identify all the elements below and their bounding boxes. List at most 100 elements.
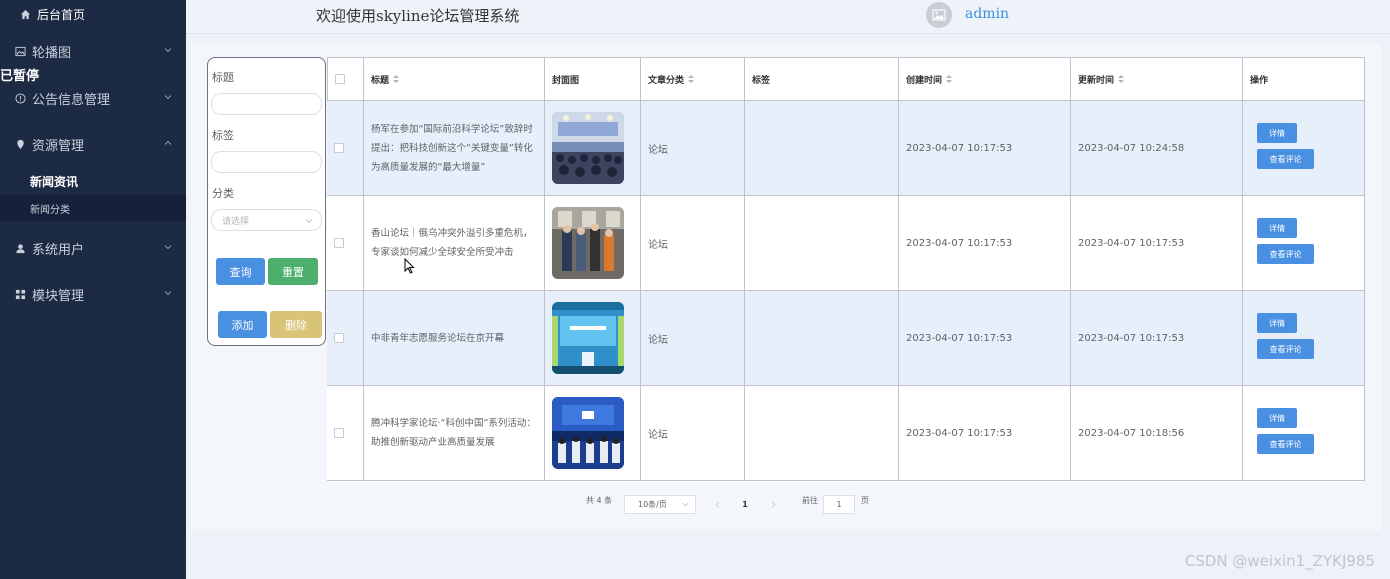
user-icon [14,242,26,254]
sidebar-item-news[interactable]: 新闻资讯 [0,168,186,194]
delete-button[interactable]: 删除 [270,311,322,338]
paused-overlay-text: 已暂停 [0,69,40,84]
column-header-tags: 标签 [745,57,899,101]
title-cell: 香山论坛｜俄乌冲突外溢引多重危机，专家谈如何减少全球安全所受冲击 [364,196,545,291]
cover-image [552,207,624,279]
sidebar-item-modules[interactable]: 模块管理 [0,281,186,307]
sidebar-item-announcements[interactable]: 公告信息管理 [0,85,186,111]
page-size-select[interactable]: 10条/页 [624,495,696,514]
column-header-category[interactable]: 文章分类 [641,57,745,101]
actions-cell: 详情 查看评论 [1243,291,1365,386]
detail-button[interactable]: 详情 [1257,123,1297,143]
column-header-created[interactable]: 创建时间 [899,57,1071,101]
category-select[interactable]: 请选择 [211,209,322,231]
view-comments-button[interactable]: 查看评论 [1257,434,1314,454]
sidebar-item-label: 新闻资讯 [30,174,79,189]
image-icon [14,45,26,57]
tag-input[interactable] [211,151,322,173]
sidebar-item-users[interactable]: 系统用户 [0,235,186,261]
sidebar-item-carousel[interactable]: 轮播图 [0,38,186,64]
detail-button[interactable]: 详情 [1257,408,1297,428]
news-title: 杨军在参加“国际前沿科学论坛”致辞时提出：把科技创新这个“关键变量”转化为高质量… [371,123,533,173]
column-header-label: 更新时间 [1078,75,1115,86]
prev-page-button[interactable] [707,495,727,514]
row-checkbox[interactable] [334,428,344,438]
select-all-header [327,57,364,101]
row-checkbox-cell [327,386,364,481]
view-comments-button[interactable]: 查看评论 [1257,149,1314,169]
sidebar-item-label: 后台首页 [37,7,86,22]
updated-cell: 2023-04-07 10:17:53 [1071,291,1243,386]
detail-button[interactable]: 详情 [1257,218,1297,238]
sort-icon[interactable] [688,75,695,83]
goto-page-input[interactable]: 1 [823,495,855,514]
actions-cell: 详情 查看评论 [1243,196,1365,291]
category-select-placeholder: 请选择 [222,216,250,227]
add-button[interactable]: 添加 [218,311,267,338]
page-size-value: 10条/页 [638,500,667,509]
view-comments-button[interactable]: 查看评论 [1257,339,1314,359]
cover-cell [545,291,641,386]
cover-image [552,302,624,374]
sidebar-item-label: 新闻分类 [30,204,70,216]
sidebar-item-news-category[interactable]: 新闻分类 [0,195,186,221]
pagination-total: 共 4 条 [586,496,613,505]
tags-cell [745,101,899,196]
sort-icon[interactable] [393,75,400,83]
image-placeholder-icon [932,9,946,21]
row-checkbox[interactable] [334,238,344,248]
news-table: 标题 封面图 文章分类 标签 创建时间 更新时间 操作 杨军在参加“国际前沿科学… [327,57,1365,482]
username[interactable]: admin [965,6,1009,22]
detail-button[interactable]: 详情 [1257,313,1297,333]
created-cell: 2023-04-07 10:17:53 [899,196,1071,291]
table-row: 腾冲科学家论坛·“科创中国”系列活动：助推创新驱动产业高质量发展 论坛 2023… [327,386,1365,481]
chevron-down-icon [164,95,172,100]
category-cell: 论坛 [641,386,745,481]
cover-cell [545,386,641,481]
news-title: 腾冲科学家论坛·“科创中国”系列活动：助推创新驱动产业高质量发展 [371,418,536,448]
category-cell: 论坛 [641,291,745,386]
tags-cell [745,196,899,291]
title-cell: 杨军在参加“国际前沿科学论坛”致辞时提出：把科技创新这个“关键变量”转化为高质量… [364,101,545,196]
sidebar-item-home[interactable]: 后台首页 [0,0,186,28]
next-page-button[interactable] [763,495,783,514]
welcome-title: 欢迎使用skyline论坛管理系统 [316,7,520,25]
created-cell: 2023-04-07 10:17:53 [899,101,1071,196]
query-button[interactable]: 查询 [216,258,265,285]
title-label: 标题 [212,71,234,84]
sidebar-item-label: 系统用户 [32,242,85,258]
created-cell: 2023-04-07 10:17:53 [899,291,1071,386]
table-row: 香山论坛｜俄乌冲突外溢引多重危机，专家谈如何减少全球安全所受冲击 论坛 2023… [327,196,1365,291]
sort-icon[interactable] [1118,75,1125,83]
sidebar-item-label: 资源管理 [32,138,85,154]
sidebar-item-resources[interactable]: 资源管理 [0,131,186,157]
row-checkbox[interactable] [334,333,344,343]
chevron-down-icon [305,219,313,224]
sort-icon[interactable] [946,75,953,83]
top-header: 欢迎使用skyline论坛管理系统 admin [186,0,1390,34]
title-input[interactable] [211,93,322,115]
page-suffix: 页 [861,496,869,505]
column-header-title[interactable]: 标题 [364,57,545,101]
reset-button[interactable]: 重置 [268,258,318,285]
avatar[interactable] [926,2,952,28]
updated-cell: 2023-04-07 10:18:56 [1071,386,1243,481]
row-checkbox-cell [327,196,364,291]
row-checkbox[interactable] [334,143,344,153]
view-comments-button[interactable]: 查看评论 [1257,244,1314,264]
chevron-down-icon [682,502,689,507]
select-all-checkbox[interactable] [335,74,345,84]
column-header-label: 标签 [752,75,771,86]
column-header-label: 文章分类 [648,75,685,86]
current-page[interactable]: 1 [733,495,757,514]
location-icon [14,138,26,150]
column-header-label: 封面图 [552,75,580,86]
info-icon [14,92,26,104]
cover-cell [545,101,641,196]
watermark: CSDN @weixin1_ZYKJ985 [1184,552,1375,570]
table-row: 中非青年志愿服务论坛在京开幕 论坛 2023-04-07 10:17:53 20… [327,291,1365,386]
sidebar-item-label: 模块管理 [32,288,85,304]
column-header-label: 操作 [1250,75,1269,86]
column-header-updated[interactable]: 更新时间 [1071,57,1243,101]
row-checkbox-cell [327,101,364,196]
